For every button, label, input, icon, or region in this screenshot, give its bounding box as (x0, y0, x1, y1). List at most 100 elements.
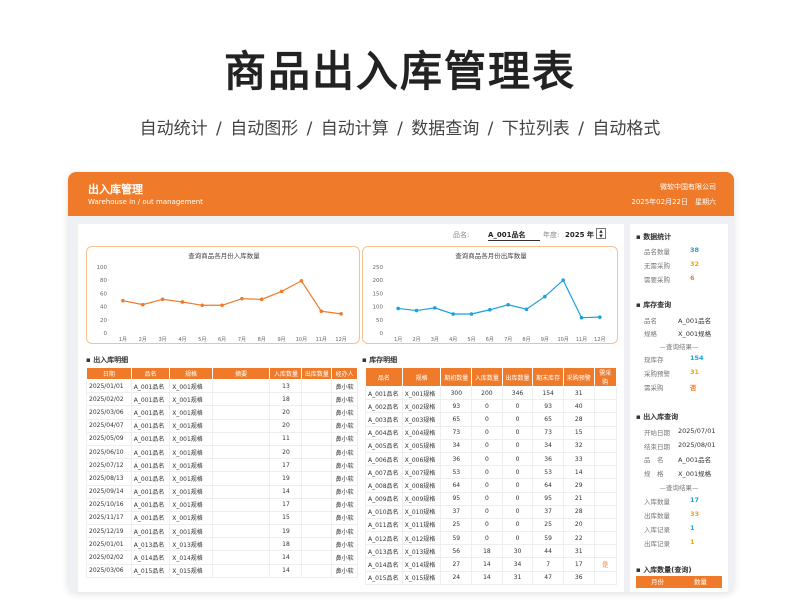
table-cell: 14 (471, 570, 503, 585)
table-cell: 0 (501, 451, 534, 467)
stock-result-divider: —查询结果— (659, 343, 699, 351)
stock-name-select[interactable]: A_001品名 (678, 315, 711, 325)
table-cell (593, 425, 618, 440)
inout-col-header: 摘要 (211, 367, 271, 380)
table-cell: X_001规格 (169, 405, 213, 420)
table-cell: X_001规格 (169, 471, 213, 486)
data-point (543, 294, 547, 299)
table-row[interactable]: 2025/10/16 A_001品名 X_001规格 17 鼻小软 (86, 497, 358, 512)
table-row[interactable]: 2025/07/12 A_001品名 X_001规格 17 鼻小软 (86, 458, 358, 473)
stat-label: 出库记录 (644, 540, 670, 548)
y-tick-label: 100 (97, 265, 108, 271)
stock-col-header: 入库数量 (471, 367, 503, 387)
table-cell: 37 (532, 504, 564, 519)
table-row[interactable]: 2025/06/10 A_001品名 X_001规格 20 鼻小软 (86, 444, 358, 460)
x-tick-label: 6月 (486, 337, 494, 343)
table-cell: 17 (562, 557, 595, 572)
table-cell (593, 531, 618, 546)
table-row[interactable]: A_015品名 X_015规格 24 14 31 47 36 (365, 570, 618, 585)
x-tick-label: 4月 (449, 337, 457, 343)
table-row[interactable]: 2025/05/09 A_001品名 X_001规格 11 鼻小软 (86, 431, 358, 446)
table-cell: 0 (471, 478, 503, 493)
table-cell: A_012品名 (365, 531, 403, 546)
stock-spec-select[interactable]: X_001规格 (678, 328, 711, 338)
data-point (524, 307, 529, 312)
io-result-divider: —查询结果— (659, 484, 699, 492)
table-cell: 0 (501, 465, 534, 480)
table-cell: 2025/04/07 (86, 418, 132, 433)
table-row[interactable]: A_002品名 X_002规格 93 0 0 93 40 (365, 399, 618, 414)
io-field-input[interactable]: X_001规格 (678, 468, 711, 478)
stat-value: 否 (690, 384, 697, 392)
table-cell (301, 418, 333, 433)
stock-col-header: 采购预警 (562, 367, 595, 387)
table-cell: A_004品名 (365, 425, 403, 440)
table-row[interactable]: 2025/09/14 A_001品名 X_001规格 14 鼻小软 (86, 484, 358, 499)
table-row[interactable]: 2025/03/06 A_001品名 X_001规格 20 鼻小软 (86, 405, 358, 420)
io-field-input[interactable]: A_001品名 (678, 454, 711, 464)
x-tick-label: 5月 (467, 337, 475, 343)
table-row[interactable]: 2025/01/01 A_001品名 X_001规格 13 鼻小软 (86, 378, 358, 394)
table-cell: 鼻小软 (331, 418, 358, 433)
table-row[interactable]: 2025/12/19 A_001品名 X_001规格 19 鼻小软 (86, 524, 358, 539)
table-cell: A_009品名 (365, 491, 403, 506)
table-row[interactable]: 2025/03/06 A_015品名 X_015规格 14 鼻小软 (86, 563, 358, 578)
io-field-input[interactable]: 2025/07/01 (678, 427, 715, 435)
table-cell: 0 (501, 504, 534, 519)
table-row[interactable]: A_011品名 X_011规格 25 0 0 25 20 (365, 517, 618, 533)
table-row[interactable]: 2025/02/02 A_014品名 X_014规格 14 鼻小软 (86, 550, 358, 565)
table-row[interactable]: A_003品名 X_003规格 65 0 0 65 28 (365, 412, 618, 427)
company-name: 微软中国有限公司 (660, 183, 716, 191)
table-cell: 64 (532, 478, 564, 493)
inout-table: 日期 品名 规格 摘要 入库数量 出库数量 经办人 2025/01/01 A_001品名 X_00… (86, 367, 358, 578)
stock-col-header: 需采购 (593, 367, 618, 387)
table-cell: 200 (471, 385, 503, 401)
table-cell: 0 (501, 478, 534, 493)
table-row[interactable]: A_014品名 X_014规格 27 14 34 7 17 是 (365, 557, 618, 572)
name-filter-select[interactable]: A_001品名 (488, 230, 540, 241)
x-tick-label: 8月 (258, 337, 266, 343)
y-tick-label: 150 (373, 291, 384, 297)
in-query-title: ▪ 入库数量(查询) (636, 566, 692, 574)
table-row[interactable]: A_013品名 X_013规格 56 18 30 44 31 (365, 544, 618, 559)
x-tick-label: 12月 (335, 337, 346, 343)
table-row[interactable]: A_006品名 X_006规格 36 0 0 36 33 (365, 451, 618, 467)
stat-value: 32 (690, 260, 700, 268)
table-cell: 21 (562, 491, 595, 506)
table-row[interactable]: A_010品名 X_010规格 37 0 0 37 28 (365, 504, 618, 519)
table-row[interactable]: A_001品名 X_001规格 300 200 346 154 31 (365, 385, 618, 401)
table-cell: A_001品名 (130, 471, 171, 486)
table-cell: A_001品名 (130, 378, 171, 394)
stat-label: 现库存 (644, 356, 664, 364)
table-row[interactable]: 2025/11/17 A_001品名 X_001规格 15 鼻小软 (86, 510, 358, 526)
table-cell: A_003品名 (365, 412, 403, 427)
table-row[interactable]: A_007品名 X_007规格 53 0 0 53 14 (365, 465, 618, 480)
table-cell: 20 (562, 517, 595, 533)
data-point (598, 315, 602, 319)
table-row[interactable]: A_005品名 X_005规格 34 0 0 34 32 (365, 438, 618, 453)
stat-value: 154 (690, 354, 704, 362)
io-field-input[interactable]: 2025/08/01 (678, 441, 715, 449)
table-row[interactable]: 2025/01/01 A_013品名 X_013规格 18 鼻小软 (86, 537, 358, 552)
table-cell: 鼻小软 (331, 378, 358, 394)
inout-col-header: 日期 (86, 367, 132, 380)
table-cell: 鼻小软 (331, 471, 358, 486)
table-cell: 19 (269, 471, 303, 486)
table-row[interactable]: A_004品名 X_004规格 73 0 0 73 15 (365, 425, 618, 440)
table-row[interactable]: A_012品名 X_012规格 59 0 0 59 22 (365, 531, 618, 546)
table-row[interactable]: A_008品名 X_008规格 64 0 0 64 29 (365, 478, 618, 493)
table-cell: 2025/10/16 (86, 497, 132, 512)
year-spinner[interactable]: ▴ ▾ (596, 228, 606, 240)
table-cell: 0 (501, 425, 534, 440)
table-row[interactable]: 2025/08/13 A_001品名 X_001规格 19 鼻小软 (86, 471, 358, 486)
y-tick-label: 60 (100, 291, 107, 297)
table-row[interactable]: A_009品名 X_009规格 95 0 0 95 21 (365, 491, 618, 506)
table-cell: 36 (532, 451, 564, 467)
data-point (140, 302, 145, 307)
table-row[interactable]: 2025/04/07 A_001品名 X_001规格 20 鼻小软 (86, 418, 358, 433)
table-cell: A_001品名 (130, 392, 171, 407)
stock-col-header: 期初数量 (440, 367, 473, 387)
header-subtitle: Warehouse in / out management (88, 198, 203, 206)
stock-query-title: ▪ 库存查询 (636, 301, 672, 309)
table-row[interactable]: 2025/02/02 A_001品名 X_001规格 18 鼻小软 (86, 392, 358, 407)
